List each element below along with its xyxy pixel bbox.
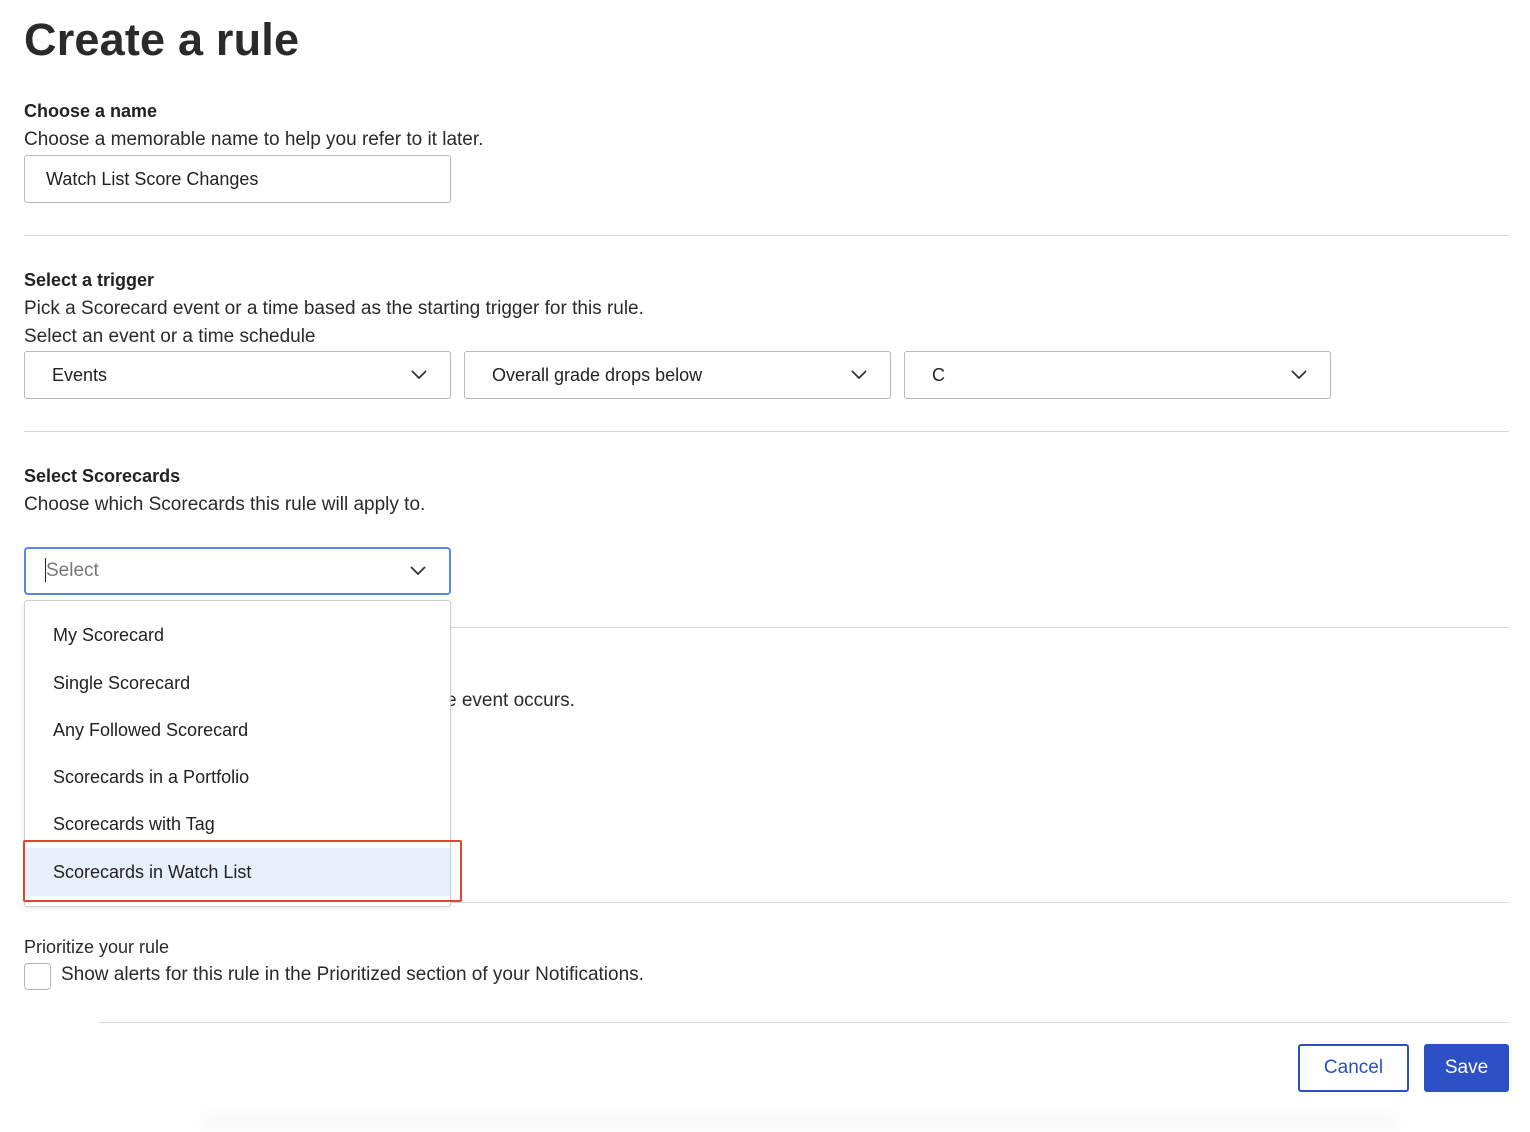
grade-select[interactable]: C — [904, 351, 1331, 399]
rule-name-input[interactable]: Watch List Score Changes — [24, 155, 451, 203]
save-button[interactable]: Save — [1424, 1044, 1509, 1092]
dropdown-option-scorecards-in-portfolio[interactable]: Scorecards in a Portfolio — [25, 754, 450, 800]
prioritize-checkbox-label: Show alerts for this rule in the Priorit… — [61, 964, 644, 985]
action-section-partial-description: e event occurs. — [446, 690, 575, 711]
name-section-description: Choose a memorable name to help you refe… — [24, 129, 484, 150]
scorecards-section-heading: Select Scorecards — [24, 466, 181, 486]
prioritize-checkbox[interactable] — [24, 963, 51, 990]
scorecards-select-field: Select — [26, 558, 409, 583]
page-title: Create a rule — [24, 14, 300, 65]
rule-name-input-value: Watch List Score Changes — [46, 168, 259, 189]
name-section-heading: Choose a name — [24, 101, 158, 121]
cancel-button[interactable]: Cancel — [1298, 1044, 1409, 1092]
event-select-value: Overall grade drops below — [492, 364, 703, 385]
trigger-section-sublabel: Select an event or a time schedule — [24, 326, 316, 347]
scorecards-section-description: Choose which Scorecards this rule will a… — [24, 494, 426, 515]
highlight-annotation-box — [23, 840, 462, 902]
text-caret — [45, 558, 46, 582]
divider — [451, 902, 1509, 903]
event-type-select[interactable]: Events — [24, 351, 451, 399]
divider — [451, 627, 1509, 628]
prioritize-section-heading: Prioritize your rule — [24, 937, 170, 957]
event-select[interactable]: Overall grade drops below — [464, 351, 891, 399]
dropdown-option-my-scorecard[interactable]: My Scorecard — [25, 612, 450, 658]
chevron-down-icon — [410, 366, 428, 384]
event-type-select-value: Events — [52, 364, 108, 385]
chevron-down-icon — [409, 562, 427, 580]
trigger-section-description: Pick a Scorecard event or a time based a… — [24, 298, 644, 319]
bottom-shadow — [200, 1100, 1400, 1132]
chevron-down-icon — [850, 366, 868, 384]
divider — [24, 431, 1509, 432]
grade-select-value: C — [932, 364, 945, 385]
dropdown-option-single-scorecard[interactable]: Single Scorecard — [25, 660, 450, 706]
footer-divider — [98, 1022, 1509, 1023]
chevron-down-icon — [1290, 366, 1308, 384]
create-rule-page: Create a rule Choose a name Choose a mem… — [0, 0, 1530, 1132]
scorecards-select[interactable]: Select — [24, 547, 451, 595]
dropdown-option-any-followed-scorecard[interactable]: Any Followed Scorecard — [25, 707, 450, 753]
divider — [24, 235, 1509, 236]
scorecards-select-placeholder: Select — [46, 560, 99, 582]
trigger-section-heading: Select a trigger — [24, 270, 155, 290]
